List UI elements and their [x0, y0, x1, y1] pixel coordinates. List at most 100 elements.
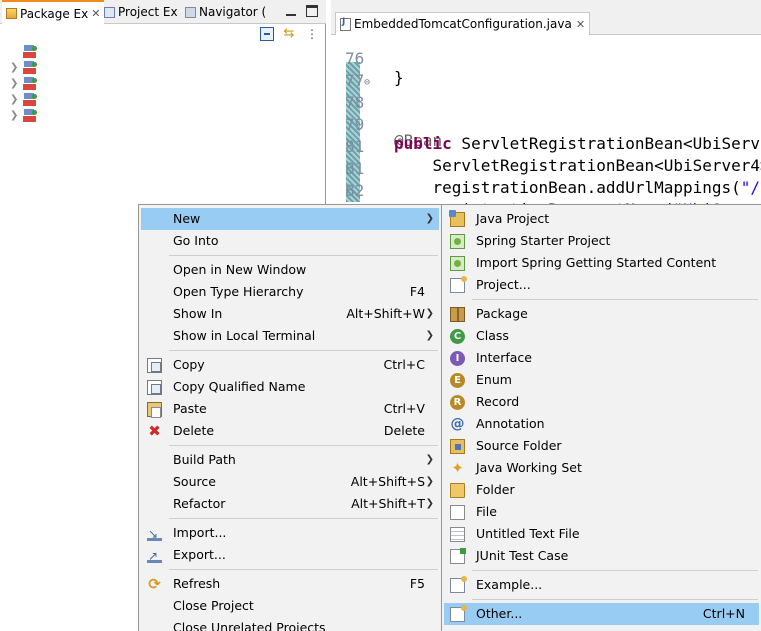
menu-item-shortcut: Alt+Shift+S	[350, 474, 425, 489]
menu-item-label: Show In	[173, 306, 223, 321]
menu-item-import[interactable]: Import...	[141, 522, 439, 545]
package-explorer-icon	[6, 8, 17, 19]
menu-item-label: Open Type Hierarchy	[173, 284, 304, 299]
editor-tab-label: EmbeddedTomcatConfiguration.java	[354, 17, 572, 31]
view-menu-icon[interactable]: ⋮	[305, 27, 319, 41]
menu-item-open-in-new-window[interactable]: Open in New Window	[141, 259, 439, 281]
submenu-item-class[interactable]: Class	[444, 325, 759, 347]
menu-item-export[interactable]: Export...	[141, 544, 439, 567]
menu-item-refresh[interactable]: ⟳ Refresh F5	[141, 573, 439, 595]
submenu-item-untitled-text-file[interactable]: Untitled Text File	[444, 523, 759, 545]
code-text: ServletRegistrationBean<UbiServer4> r	[394, 156, 761, 175]
java-file-icon	[340, 17, 351, 31]
menu-item-label: Import...	[173, 525, 227, 540]
submenu-item-package[interactable]: Package	[444, 303, 759, 325]
code-text: }	[394, 68, 404, 87]
submenu-item-project[interactable]: Project...	[444, 274, 759, 296]
java-project-icon	[449, 210, 465, 227]
collapse-all-icon[interactable]	[260, 27, 274, 41]
refresh-icon: ⟳	[148, 575, 161, 593]
code-rest: ServletRegistrationBean<UbiServer4	[451, 134, 761, 153]
menu-item-close-project[interactable]: Close Project	[141, 595, 439, 617]
submenu-item-java-project[interactable]: Java Project	[444, 208, 759, 230]
submenu-item-java-working-set[interactable]: ✦ Java Working Set	[444, 457, 759, 479]
menu-item-label: Close Project	[173, 598, 254, 613]
menu-item-copy[interactable]: Copy Ctrl+C	[141, 354, 439, 376]
link-with-editor-icon[interactable]: ⇆	[282, 27, 296, 41]
menu-separator	[472, 570, 758, 571]
tree-item[interactable]: ❯	[10, 108, 50, 124]
import-icon	[147, 523, 162, 545]
new-submenu: Java Project Spring Starter Project Impo…	[441, 204, 761, 631]
editor-tab-bar: EmbeddedTomcatConfiguration.java ✕	[331, 0, 761, 35]
tab-navigator[interactable]: Navigator (	[181, 0, 270, 24]
menu-separator	[169, 255, 438, 256]
code-line: 76 }	[331, 30, 404, 87]
menu-separator	[169, 569, 438, 570]
tree-item[interactable]: ❯	[10, 60, 50, 76]
menu-item-open-type-hierarchy[interactable]: Open Type Hierarchy F4	[141, 281, 439, 303]
project-icon	[23, 45, 38, 59]
tree-item[interactable]	[10, 44, 50, 60]
menu-item-new[interactable]: New ❯	[141, 208, 439, 230]
close-icon[interactable]: ✕	[576, 18, 585, 31]
tab-package-explorer[interactable]: Package Ex ✕	[2, 0, 105, 25]
menu-item-source[interactable]: Source Alt+Shift+S ❯	[141, 471, 439, 493]
chevron-right-icon[interactable]: ❯	[10, 110, 18, 121]
minimize-icon[interactable]	[285, 5, 297, 17]
menu-item-label: Untitled Text File	[476, 526, 580, 541]
chevron-right-icon: ❯	[425, 330, 434, 341]
menu-item-shortcut: Ctrl+V	[383, 401, 425, 416]
submenu-item-import-spring-content[interactable]: Import Spring Getting Started Content	[444, 252, 759, 274]
paste-icon	[147, 402, 162, 418]
string-literal: "/Ubi	[740, 178, 761, 197]
maximize-icon[interactable]	[306, 5, 318, 17]
text-file-icon	[450, 527, 465, 542]
submenu-item-example[interactable]: Example...	[444, 574, 759, 596]
chevron-right-icon[interactable]: ❯	[10, 62, 18, 73]
menu-item-label: New	[173, 211, 201, 226]
submenu-item-source-folder[interactable]: Source Folder	[444, 435, 759, 457]
code-line: 81 ServletRegistrationBean<UbiServer4> r	[331, 118, 761, 175]
menu-separator	[472, 599, 758, 600]
menu-item-delete[interactable]: ✖ Delete Delete	[141, 420, 439, 442]
menu-item-close-unrelated-projects[interactable]: Close Unrelated Projects	[141, 617, 439, 631]
chevron-right-icon: ❯	[425, 308, 434, 319]
menu-item-paste[interactable]: Paste Ctrl+V	[141, 398, 439, 420]
menu-separator	[169, 445, 438, 446]
tree-item[interactable]: ❯	[10, 76, 50, 92]
submenu-item-junit-test-case[interactable]: JUnit Test Case	[444, 545, 759, 567]
chevron-right-icon[interactable]: ❯	[10, 94, 18, 105]
menu-item-label: Record	[476, 394, 520, 409]
menu-item-label: Project...	[476, 277, 531, 292]
chevron-right-icon: ❯	[425, 498, 434, 509]
menu-item-show-in[interactable]: Show In Alt+Shift+W ❯	[141, 303, 439, 325]
menu-item-label: Folder	[476, 482, 515, 497]
code-area[interactable]: 76 } 77 78 ⊖ @Bean 79 public ServletRegi…	[331, 30, 761, 222]
submenu-item-spring-starter-project[interactable]: Spring Starter Project	[444, 230, 759, 252]
example-icon	[450, 576, 467, 593]
submenu-item-interface[interactable]: Interface	[444, 347, 759, 369]
submenu-item-file[interactable]: File	[444, 501, 759, 523]
fold-collapse-icon[interactable]: ⊖	[364, 77, 370, 88]
submenu-item-record[interactable]: Record	[444, 391, 759, 413]
menu-item-refactor[interactable]: Refactor Alt+Shift+T ❯	[141, 493, 439, 515]
submenu-item-annotation[interactable]: @ Annotation	[444, 413, 759, 435]
chevron-right-icon[interactable]: ❯	[10, 78, 18, 89]
menu-item-shortcut: F4	[409, 284, 425, 299]
menu-item-go-into[interactable]: Go Into	[141, 230, 439, 252]
package-icon	[450, 307, 465, 322]
menu-item-label: Copy Qualified Name	[173, 379, 306, 394]
tree-item[interactable]: ❯	[10, 92, 50, 108]
menu-item-build-path[interactable]: Build Path ❯	[141, 449, 439, 471]
submenu-item-enum[interactable]: Enum	[444, 369, 759, 391]
menu-item-label: File	[476, 504, 497, 519]
menu-item-label: Refactor	[173, 496, 226, 511]
menu-item-copy-qualified-name[interactable]: Copy Qualified Name	[141, 376, 439, 398]
submenu-item-folder[interactable]: Folder	[444, 479, 759, 501]
tab-project-explorer[interactable]: Project Ex	[100, 0, 182, 24]
submenu-item-other[interactable]: Other... Ctrl+N	[444, 603, 759, 625]
menu-item-label: JUnit Test Case	[476, 548, 569, 563]
menu-item-show-in-local-terminal[interactable]: Show in Local Terminal ❯	[141, 325, 439, 347]
copy-qualified-name-icon	[147, 380, 162, 395]
